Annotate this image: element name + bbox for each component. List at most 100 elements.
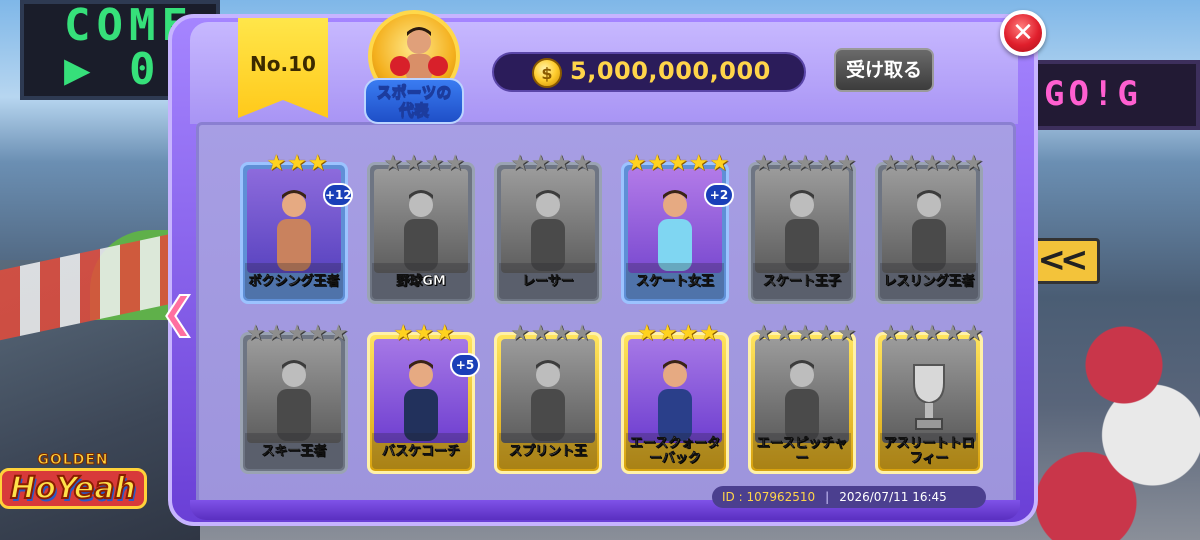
star-icon: ★ [383, 151, 403, 176]
card-label: レスリング王者 [880, 263, 978, 299]
receive-button[interactable]: 受け取る [834, 48, 934, 92]
star-rating: ★ ★ ★ ★ [497, 153, 605, 175]
star-icon: ★ [626, 151, 647, 176]
card-label: 野球GM [372, 263, 470, 299]
duplicate-count-badge: +5 [450, 353, 480, 377]
star-icon: ★ [678, 321, 699, 346]
star-icon: ★ [572, 151, 592, 176]
star-rating: ★ ★ ★ ★ ★ [243, 323, 351, 345]
card-label: エースクォーターバック [626, 433, 724, 469]
star-icon: ★ [530, 151, 551, 176]
card-label: エースピッチャー [753, 433, 851, 469]
star-icon: ★ [922, 151, 942, 176]
prev-page-arrow-icon[interactable]: ❮ [159, 287, 196, 338]
star-icon: ★ [901, 321, 922, 346]
star-icon: ★ [963, 151, 984, 176]
star-icon: ★ [815, 151, 836, 176]
card-skater-queen[interactable]: ★ ★ ★ ★ ★ +2 スケート女王 [621, 153, 734, 304]
card-art-racer [501, 169, 595, 273]
star-icon: ★ [287, 321, 307, 346]
card-label: スケート女王 [626, 263, 724, 299]
star-rating: ★ ★ ★ [243, 153, 351, 175]
coin-amount: 5,000,000,000 [570, 57, 771, 85]
star-icon: ★ [688, 151, 709, 176]
card-quarterback[interactable]: ★ ★ ★ ★ エースクォーターバック [621, 323, 729, 474]
star-icon: ★ [815, 321, 836, 346]
star-icon: ★ [942, 321, 963, 346]
card-racer[interactable]: ★ ★ ★ ★ レーサー [494, 153, 602, 304]
card-art-pitcher [755, 339, 849, 443]
star-rating: ★ ★ ★ ★ ★ [751, 153, 859, 175]
card-pitcher[interactable]: ★ ★ ★ ★ ★ エースピッチャー [748, 323, 856, 474]
star-icon: ★ [942, 151, 963, 176]
star-icon: ★ [901, 151, 922, 176]
rank-label: No.10 [250, 52, 316, 76]
star-icon: ★ [836, 151, 857, 176]
star-icon: ★ [647, 151, 668, 176]
category-badge: スポーツの 代表 [364, 8, 464, 126]
star-icon: ★ [393, 321, 414, 346]
star-icon: ★ [414, 321, 434, 346]
background-tires [1010, 290, 1200, 540]
logo-main-text: HoYeah [0, 467, 147, 509]
card-art-trophy [882, 339, 976, 443]
game-logo: GOLDEN HoYeah [0, 440, 147, 520]
star-rating: ★ ★ ★ ★ [624, 323, 732, 345]
star-icon: ★ [403, 151, 424, 176]
star-icon: ★ [774, 321, 795, 346]
card-sprinter[interactable]: ★ ★ ★ ★ スプリント王 [494, 323, 602, 474]
duplicate-count-badge: +12 [323, 183, 353, 207]
scoreboard-right-text: GO!G [1044, 74, 1142, 114]
card-label: レーサー [499, 263, 597, 299]
star-rating: ★ ★ ★ [370, 323, 478, 345]
star-icon: ★ [880, 151, 901, 176]
background-scoreboard-right: GO!G [1020, 60, 1200, 130]
close-icon[interactable]: ✕ [1000, 10, 1046, 56]
star-icon: ★ [637, 321, 657, 346]
star-icon: ★ [266, 321, 287, 346]
star-icon: ★ [245, 321, 266, 346]
star-icon: ★ [510, 321, 530, 346]
card-art-gm [374, 169, 468, 273]
card-boxer[interactable]: ★ ★ ★ +12 ボクシング王者 [240, 153, 353, 304]
card-trophy[interactable]: ★ ★ ★ ★ ★ アスリートトロフィー [875, 323, 983, 474]
star-rating: ★ ★ ★ ★ [370, 153, 478, 175]
info-separator: | [825, 490, 830, 504]
account-info-bar: ID : 107962510 | 2026/07/11 16:45 [712, 486, 986, 508]
star-rating: ★ ★ ★ ★ ★ [878, 323, 986, 345]
card-art-skater-prince [755, 169, 849, 273]
star-icon: ★ [551, 151, 572, 176]
card-label: アスリートトロフィー [880, 433, 978, 469]
star-icon: ★ [753, 321, 774, 346]
star-icon: ★ [307, 151, 328, 176]
duplicate-count-badge: +2 [704, 183, 734, 207]
card-skater-prince[interactable]: ★ ★ ★ ★ ★ スケート王子 [748, 153, 856, 304]
star-icon: ★ [880, 321, 901, 346]
card-label: スケート王子 [753, 263, 851, 299]
card-label: ボクシング王者 [245, 263, 343, 299]
star-icon: ★ [266, 151, 287, 176]
star-icon: ★ [510, 151, 530, 176]
card-wrestler[interactable]: ★ ★ ★ ★ ★ レスリング王者 [875, 153, 983, 304]
card-coach[interactable]: ★ ★ ★ +5 バスケコーチ [367, 323, 480, 474]
card-art-skier [247, 339, 341, 443]
star-icon: ★ [530, 321, 551, 346]
card-art-quarterback [628, 339, 722, 443]
star-icon: ★ [657, 321, 678, 346]
star-icon: ★ [753, 151, 774, 176]
coin-reward-pill: $ 5,000,000,000 [492, 52, 806, 92]
star-icon: ★ [572, 321, 592, 346]
card-gm[interactable]: ★ ★ ★ ★ 野球GM [367, 153, 475, 304]
category-label: スポーツの 代表 [364, 78, 464, 124]
card-skier[interactable]: ★ ★ ★ ★ ★ スキー王者 [240, 323, 348, 474]
logo-top-text: GOLDEN [37, 451, 109, 468]
card-art-wrestler [882, 169, 976, 273]
star-rating: ★ ★ ★ ★ ★ [751, 323, 859, 345]
star-icon: ★ [287, 151, 307, 176]
star-icon: ★ [424, 151, 445, 176]
player-id: ID : 107962510 [722, 490, 816, 504]
card-label: スプリント王 [499, 433, 597, 469]
star-icon: ★ [307, 321, 328, 346]
star-icon: ★ [795, 321, 815, 346]
card-art-sprinter [501, 339, 595, 443]
